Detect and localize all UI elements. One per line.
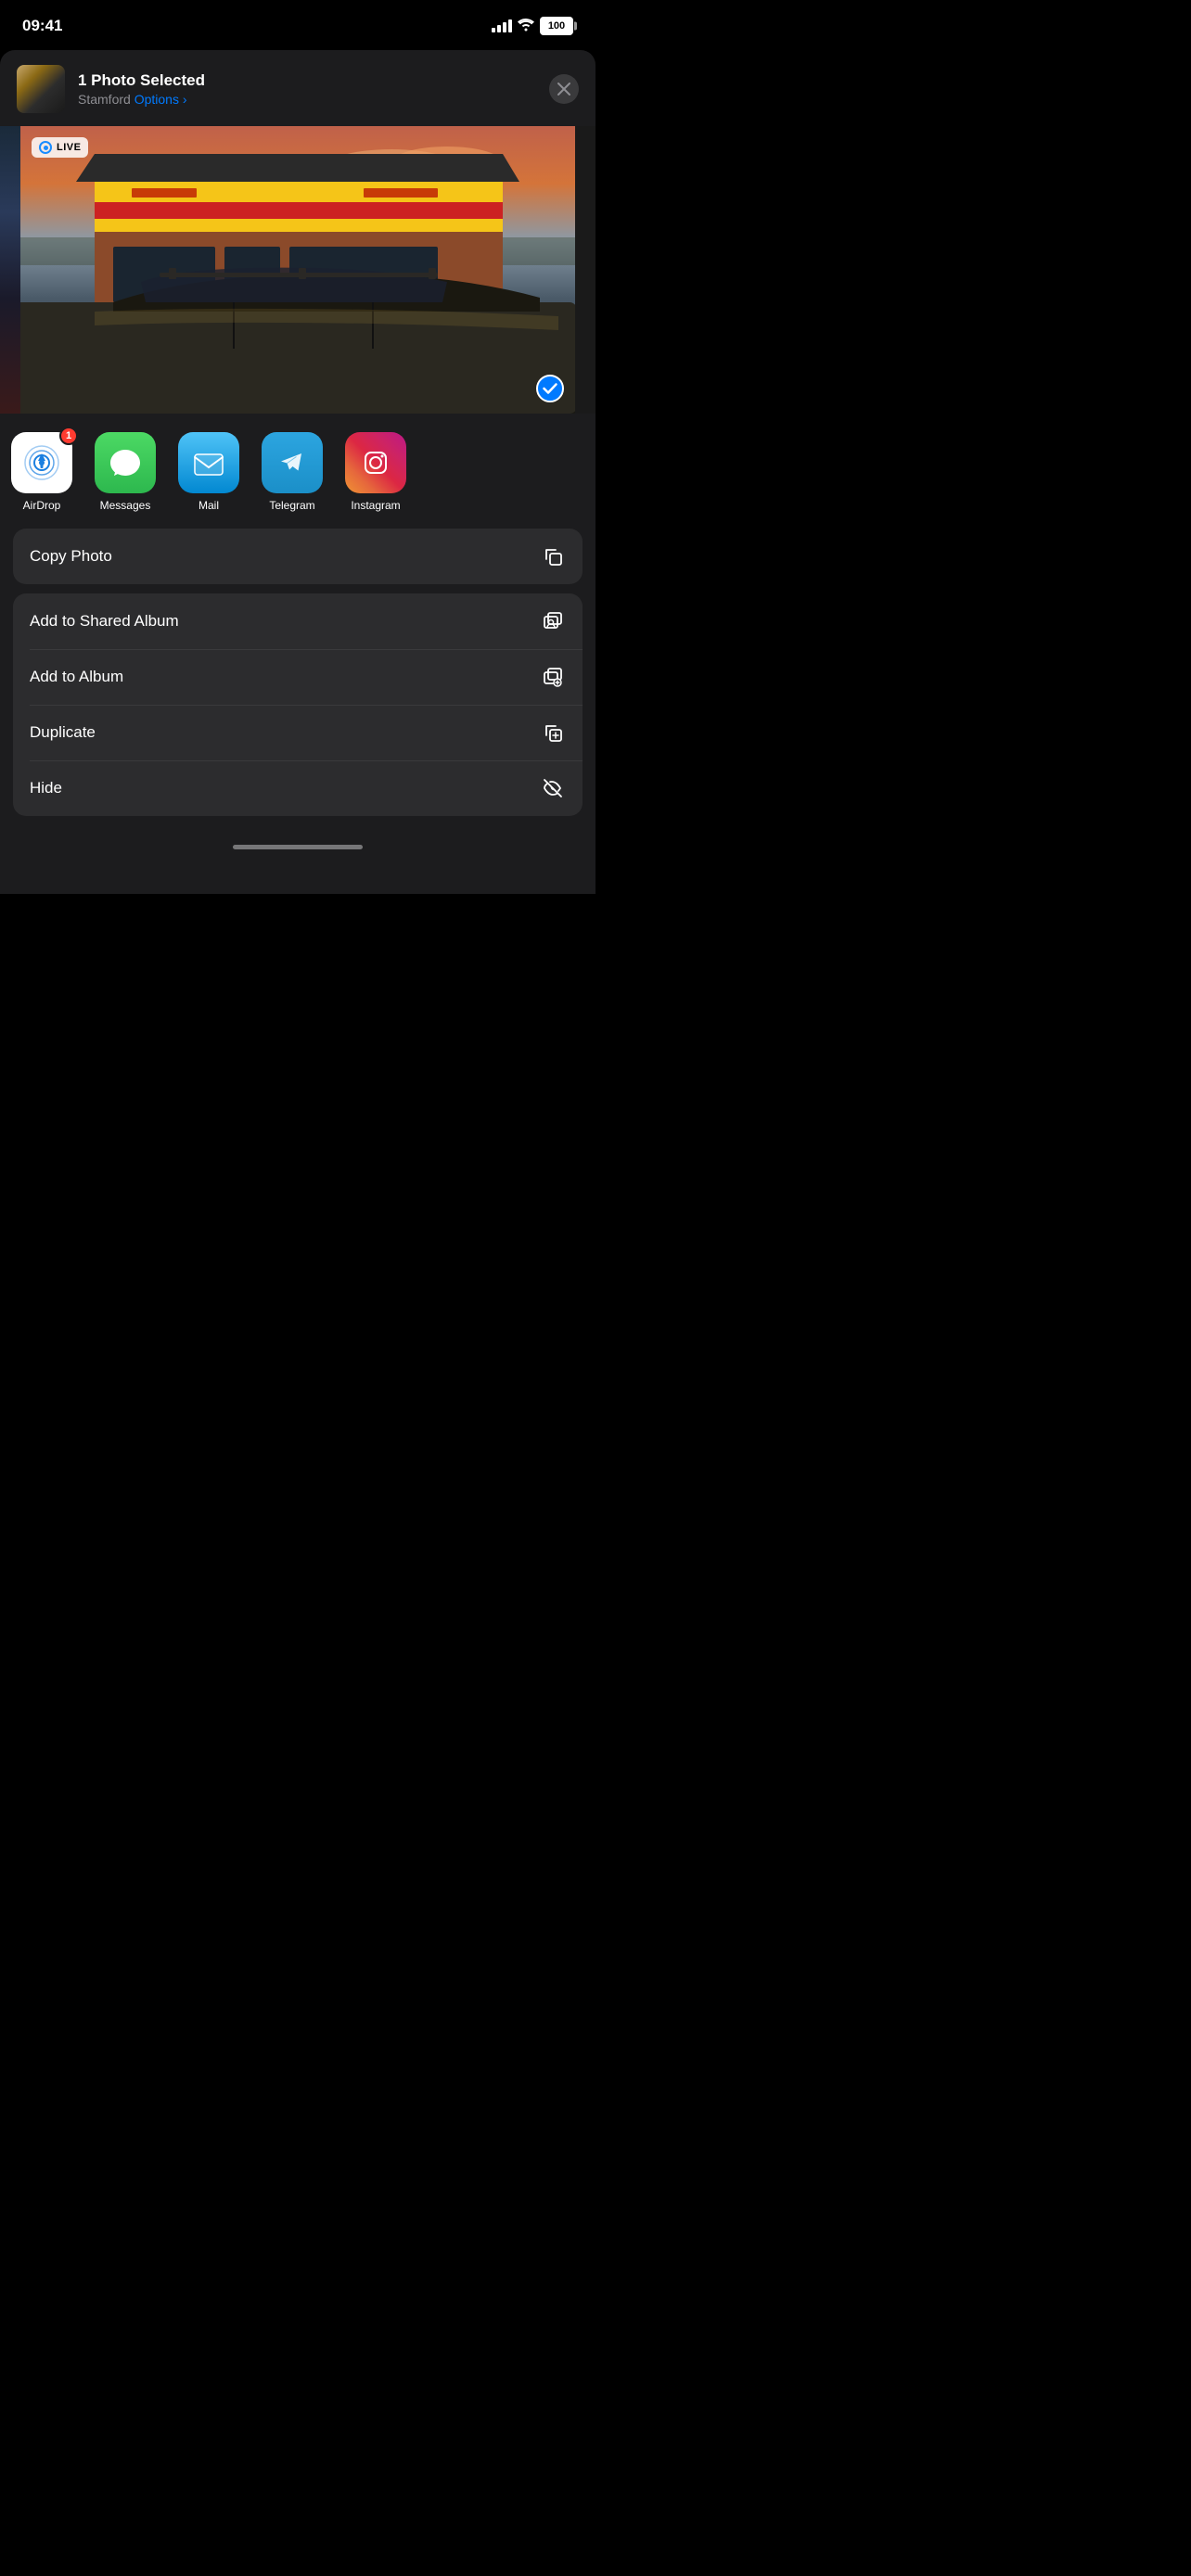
copy-photo-icon: [540, 543, 566, 569]
share-sheet: 1 AirDrop Messages: [0, 414, 596, 894]
mail-share-button[interactable]: Mail: [167, 432, 250, 512]
duplicate-icon: [540, 720, 566, 746]
photo-left-side: [0, 126, 20, 414]
signal-bars-icon: [492, 19, 512, 32]
messages-share-button[interactable]: Messages: [83, 432, 167, 512]
status-bar: 09:41 100: [0, 0, 596, 46]
add-shared-album-label: Add to Shared Album: [30, 612, 179, 631]
photo-right-side: [575, 126, 596, 414]
live-text: LIVE: [57, 142, 81, 153]
close-button[interactable]: [549, 74, 579, 104]
hide-label: Hide: [30, 779, 62, 797]
add-to-shared-album-button[interactable]: Add to Shared Album: [13, 593, 583, 649]
airdrop-label: AirDrop: [23, 499, 61, 512]
copy-photo-label: Copy Photo: [30, 547, 112, 566]
mail-label: Mail: [198, 499, 219, 512]
messages-label: Messages: [100, 499, 151, 512]
add-album-label: Add to Album: [30, 668, 123, 686]
add-shared-album-icon: [540, 608, 566, 634]
main-photo[interactable]: LIVE: [20, 126, 575, 414]
telegram-share-button[interactable]: Telegram: [250, 432, 334, 512]
share-subtitle: Stamford Options ›: [78, 92, 536, 107]
duplicate-button[interactable]: Duplicate: [13, 705, 583, 760]
photo-strip: LIVE: [0, 126, 596, 414]
add-to-album-button[interactable]: Add to Album: [13, 649, 583, 705]
location-label: Stamford: [78, 92, 131, 107]
album-actions-group: Add to Shared Album Add to Album: [13, 593, 583, 816]
airdrop-app-icon: 1: [11, 432, 72, 493]
options-link[interactable]: Options: [134, 92, 179, 107]
hide-button[interactable]: Hide: [13, 760, 583, 816]
actions-section: Copy Photo Add to Shared Album: [13, 529, 583, 816]
photo-background: [20, 126, 575, 414]
live-circle-icon: [39, 141, 52, 154]
messages-app-icon: [95, 432, 156, 493]
add-album-icon: [540, 664, 566, 690]
instagram-share-button[interactable]: Instagram: [334, 432, 417, 512]
copy-photo-button[interactable]: Copy Photo: [13, 529, 583, 584]
mail-app-icon: [178, 432, 239, 493]
airdrop-share-button[interactable]: 1 AirDrop: [0, 432, 83, 512]
home-bar: [233, 845, 363, 849]
app-icons-row: 1 AirDrop Messages: [0, 414, 596, 519]
photo-selected-checkmark[interactable]: [536, 375, 564, 402]
battery-icon: 100: [540, 17, 573, 35]
instagram-app-icon: [345, 432, 406, 493]
hide-icon: [540, 775, 566, 801]
wifi-icon: [518, 19, 534, 34]
copy-photo-group: Copy Photo: [13, 529, 583, 584]
home-indicator: [0, 825, 596, 857]
share-header-info: 1 Photo Selected Stamford Options ›: [78, 71, 536, 107]
share-title: 1 Photo Selected: [78, 71, 536, 90]
options-chevron: ›: [183, 92, 187, 107]
status-time: 09:41: [22, 17, 62, 35]
instagram-label: Instagram: [351, 499, 400, 512]
telegram-app-icon: [262, 432, 323, 493]
telegram-label: Telegram: [269, 499, 314, 512]
status-icons: 100: [492, 17, 573, 35]
selected-photo-thumbnail: [17, 65, 65, 113]
share-header: 1 Photo Selected Stamford Options ›: [0, 50, 596, 126]
live-badge: LIVE: [32, 137, 88, 158]
airdrop-badge: 1: [59, 427, 78, 445]
duplicate-label: Duplicate: [30, 723, 96, 742]
